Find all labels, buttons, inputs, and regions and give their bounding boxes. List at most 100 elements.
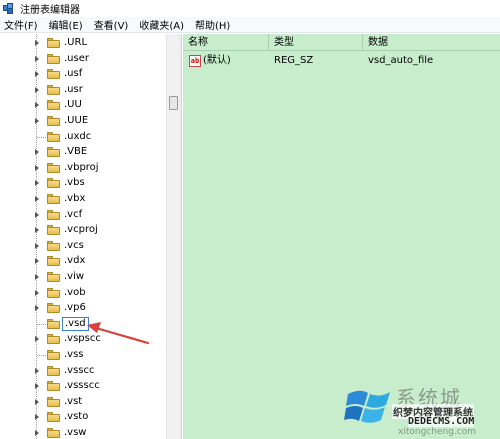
folder-icon xyxy=(47,100,60,111)
expand-arrow-icon[interactable] xyxy=(35,414,39,421)
tree-item[interactable]: .vcf xyxy=(0,207,166,223)
tree-item[interactable]: .vob xyxy=(0,285,166,301)
menu-favorites[interactable]: 收藏夹(A) xyxy=(135,17,188,32)
expand-arrow-icon[interactable] xyxy=(35,258,39,265)
menu-file[interactable]: 文件(F) xyxy=(0,17,42,32)
tree-item-label: .vspscc xyxy=(64,333,101,345)
folder-icon xyxy=(47,162,60,173)
tree-vertical-scrollbar[interactable] xyxy=(166,34,179,439)
tree-item-label: .VBE xyxy=(64,146,88,158)
tree-item-label: .vbproj xyxy=(64,161,99,173)
folder-icon xyxy=(47,194,60,204)
expand-arrow-icon[interactable] xyxy=(35,274,39,280)
expand-arrow-icon[interactable] xyxy=(35,336,39,343)
expand-arrow-icon[interactable] xyxy=(35,180,39,187)
folder-icon xyxy=(47,381,60,392)
tree-item[interactable]: .vsscc xyxy=(0,363,166,379)
folder-icon xyxy=(47,69,60,80)
tree-item[interactable]: .vcs xyxy=(0,238,166,254)
tree-item[interactable]: .vss xyxy=(0,347,166,363)
column-header-data[interactable]: 数据 xyxy=(363,34,500,51)
expand-arrow-icon[interactable] xyxy=(35,211,39,218)
tree-item[interactable]: .vspscc xyxy=(0,331,166,347)
folder-icon xyxy=(47,350,60,360)
tree-item-label: .vssscc xyxy=(64,380,100,392)
expand-arrow-icon[interactable] xyxy=(35,164,39,171)
tree-item-label: .vcs xyxy=(64,239,84,251)
tree-item-label: .vp6 xyxy=(64,302,86,314)
expand-arrow-icon[interactable] xyxy=(35,40,39,46)
tree-item[interactable]: .vbproj xyxy=(0,160,166,176)
expand-arrow-icon[interactable] xyxy=(35,196,39,202)
tree-item-label: .usr xyxy=(64,83,83,95)
title-bar[interactable]: 注册表编辑器 xyxy=(0,0,500,17)
expand-arrow-icon[interactable] xyxy=(35,71,39,78)
folder-icon xyxy=(47,412,60,423)
expand-arrow-icon[interactable] xyxy=(35,102,39,109)
value-row[interactable]: ab (默认) REG_SZ vsd_auto_file xyxy=(183,53,500,69)
tree-item[interactable]: .uxdc xyxy=(0,129,166,145)
expand-arrow-icon[interactable] xyxy=(35,55,39,62)
folder-icon xyxy=(47,365,60,376)
tree-item[interactable]: .vsw xyxy=(0,425,166,439)
tree-item-label: .vbx xyxy=(64,193,86,204)
menu-help[interactable]: 帮助(H) xyxy=(191,17,234,32)
windows-logo-icon xyxy=(344,390,390,423)
folder-icon xyxy=(47,272,60,282)
expand-arrow-icon[interactable] xyxy=(35,430,39,436)
pane-splitter[interactable] xyxy=(179,34,182,439)
expand-arrow-icon[interactable] xyxy=(35,289,39,296)
tree-item[interactable]: .UUE xyxy=(0,113,166,129)
tree-item[interactable]: .vsd xyxy=(0,316,166,332)
tree-item[interactable]: .vdx xyxy=(0,253,166,269)
expand-arrow-icon[interactable] xyxy=(35,227,39,234)
folder-icon xyxy=(47,178,60,189)
expand-arrow-icon[interactable] xyxy=(35,86,39,93)
column-header-name[interactable]: 名称 xyxy=(183,34,269,51)
tree-item[interactable]: .usr xyxy=(0,82,166,98)
tree-item-label: .vcproj xyxy=(64,224,98,236)
tree-item-label: .uxdc xyxy=(64,130,92,142)
folder-icon xyxy=(47,240,60,251)
tree-connector xyxy=(37,136,46,138)
tree-item[interactable]: .vssscc xyxy=(0,378,166,394)
folder-icon xyxy=(47,303,60,314)
folder-icon xyxy=(47,84,60,95)
window-title: 注册表编辑器 xyxy=(20,5,80,16)
expand-arrow-icon[interactable] xyxy=(35,398,39,405)
folder-icon xyxy=(47,225,60,236)
tree-item-label: .vcf xyxy=(64,208,83,220)
menu-edit[interactable]: 编辑(E) xyxy=(45,17,87,32)
tree-item-label: .vst xyxy=(64,395,83,407)
folder-icon xyxy=(47,38,60,48)
tree-item[interactable]: .vsto xyxy=(0,409,166,425)
tree-item[interactable]: .user xyxy=(0,51,166,67)
expand-arrow-icon[interactable] xyxy=(35,149,39,156)
tree-item[interactable]: .vbs xyxy=(0,175,166,191)
tree-item[interactable]: .viw xyxy=(0,269,166,285)
column-header-type[interactable]: 类型 xyxy=(269,34,363,51)
folder-icon xyxy=(47,318,60,329)
expand-arrow-icon[interactable] xyxy=(35,383,39,390)
scrollbar-thumb[interactable] xyxy=(169,96,178,110)
tree-item[interactable]: .vp6 xyxy=(0,300,166,316)
folder-icon xyxy=(47,256,60,267)
folder-icon xyxy=(47,53,60,64)
value-list-pane: 名称 类型 数据 ab (默认) REG_SZ vsd_auto_file xyxy=(183,34,500,439)
tree-item[interactable]: .VBE xyxy=(0,144,166,160)
tree-item[interactable]: .vst xyxy=(0,394,166,410)
menu-view[interactable]: 查看(V) xyxy=(90,17,133,32)
tree-item-label: .vsto xyxy=(64,411,89,423)
tree-item[interactable]: .usf xyxy=(0,66,166,82)
expand-arrow-icon[interactable] xyxy=(35,242,39,249)
expand-arrow-icon[interactable] xyxy=(35,367,39,374)
tree-item[interactable]: .URL xyxy=(0,35,166,51)
expand-arrow-icon[interactable] xyxy=(35,305,39,312)
tree-item[interactable]: .vcproj xyxy=(0,222,166,238)
tree-item-label: .vob xyxy=(64,286,86,298)
folder-icon xyxy=(47,396,60,407)
expand-arrow-icon[interactable] xyxy=(35,118,39,124)
tree-item[interactable]: .vbx xyxy=(0,191,166,207)
tree-item-label: .user xyxy=(64,52,89,64)
tree-item[interactable]: .UU xyxy=(0,97,166,113)
